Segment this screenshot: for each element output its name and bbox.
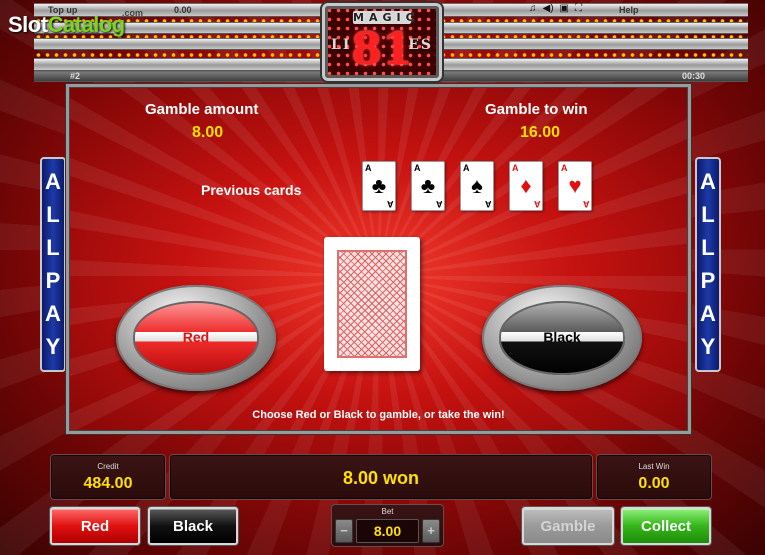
card-back-pattern: [337, 250, 407, 358]
watermark-slot: Slot: [8, 12, 48, 37]
round-number: #2: [70, 71, 81, 81]
allpay-letter: L: [701, 201, 715, 227]
allpay-letter: A: [700, 168, 716, 194]
allpay-banner-left: A L L P A Y: [40, 157, 66, 372]
game-logo: MAGIC LI ES 81: [322, 3, 442, 81]
previous-card: A ♦ A: [509, 161, 543, 211]
allpay-letter: A: [45, 301, 61, 327]
watermark-catalog: Catalog: [47, 12, 126, 37]
credit-display: Credit 484.00: [50, 454, 166, 500]
red-choice-face: Red: [133, 301, 259, 375]
allpay-letter: A: [700, 301, 716, 327]
speaker-icon[interactable]: ◀): [543, 3, 554, 14]
timer: 00:30: [682, 71, 706, 81]
previous-cards-label: Previous cards: [201, 182, 302, 198]
previous-card: A ♥ A: [558, 161, 592, 211]
top-icons: ♫ ◀) ▣ ⛶: [529, 3, 582, 14]
win-message: 8.00 won: [342, 468, 420, 488]
allpay-letter: L: [701, 234, 715, 260]
card-rank: A: [414, 163, 421, 173]
last-win-value: 0.00: [638, 475, 670, 492]
bet-decrease-button[interactable]: −: [335, 519, 353, 543]
collect-button[interactable]: Collect: [621, 507, 711, 545]
logo-number: 81: [351, 24, 413, 75]
allpay-letter: P: [45, 268, 61, 294]
card-rank: A: [386, 199, 394, 209]
allpay-banner-right: A L L P A Y: [695, 157, 721, 372]
credit-value: 484.00: [83, 475, 133, 492]
allpay-letter: L: [46, 234, 60, 260]
black-choice-label: Black: [543, 329, 581, 345]
gamble-amount-label: Gamble amount: [145, 101, 259, 118]
card-rank: A: [463, 163, 470, 173]
allpay-letter: P: [700, 268, 716, 294]
screen-icon[interactable]: ▣: [560, 3, 569, 14]
domain-label: .com: [122, 8, 144, 18]
red-choice-label: Red: [182, 329, 210, 345]
allpay-letter: Y: [700, 334, 716, 360]
card-rank: A: [435, 199, 443, 209]
black-choice-button[interactable]: Black: [482, 285, 642, 391]
bet-control: Bet − 8.00 +: [331, 504, 444, 547]
gamble-instruction: Choose Red or Black to gamble, or take t…: [252, 409, 505, 421]
spade-icon: ♠: [471, 173, 483, 198]
allpay-letter: L: [46, 201, 60, 227]
logo-magic-text: MAGIC: [353, 11, 419, 24]
last-win-display: Last Win 0.00: [596, 454, 712, 500]
gamble-to-win-label: Gamble to win: [485, 101, 588, 118]
previous-card: A ♣ A: [411, 161, 445, 211]
bet-value: 8.00: [356, 519, 419, 543]
bet-label: Bet: [381, 507, 394, 516]
gamble-panel: Gamble amount 8.00 Gamble to win 16.00 P…: [66, 84, 691, 434]
allpay-letter: Y: [45, 334, 61, 360]
help-button[interactable]: Help: [619, 5, 639, 15]
bet-increase-button[interactable]: +: [422, 519, 440, 543]
card-rank: A: [582, 199, 590, 209]
top-balance: 0.00: [174, 5, 192, 15]
previous-card: A ♠ A: [460, 161, 494, 211]
black-button[interactable]: Black: [148, 507, 238, 545]
credit-label: Credit: [97, 462, 119, 471]
gamble-button[interactable]: Gamble: [522, 507, 614, 545]
watermark: SlotCatalog: [8, 12, 125, 38]
diamond-icon: ♦: [520, 173, 532, 198]
black-choice-face: Black: [499, 301, 625, 375]
face-down-card: [324, 237, 420, 371]
music-icon[interactable]: ♫: [529, 3, 537, 14]
fullscreen-icon[interactable]: ⛶: [575, 3, 582, 14]
club-icon: ♣: [371, 173, 387, 198]
card-rank: A: [484, 199, 492, 209]
previous-card: A ♣ A: [362, 161, 396, 211]
card-rank: A: [561, 163, 568, 173]
card-rank: A: [512, 163, 519, 173]
win-display: 8.00 won: [169, 454, 593, 500]
card-rank: A: [365, 163, 372, 173]
heart-icon: ♥: [568, 173, 582, 198]
gamble-amount-value: 8.00: [192, 124, 224, 141]
last-win-label: Last Win: [638, 462, 670, 471]
gamble-to-win-value: 16.00: [520, 124, 561, 141]
club-icon: ♣: [420, 173, 436, 198]
red-choice-button[interactable]: Red: [116, 285, 276, 391]
allpay-letter: A: [45, 168, 61, 194]
red-button[interactable]: Red: [50, 507, 140, 545]
card-rank: A: [533, 199, 541, 209]
